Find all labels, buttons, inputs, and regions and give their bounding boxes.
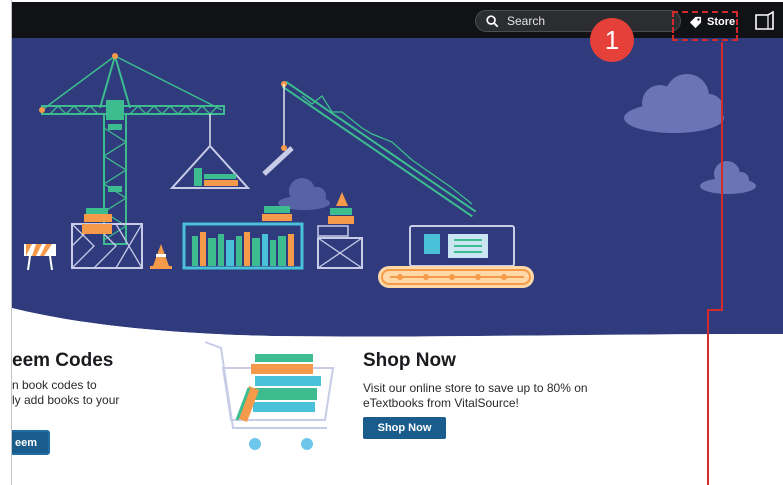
- redeem-codes-title: eem Codes: [12, 350, 114, 371]
- redeem-line-1: n book codes to: [12, 378, 97, 392]
- redeem-line-2: ly add books to your: [12, 393, 120, 407]
- shop-now-title: Shop Now: [363, 350, 456, 371]
- top-navigation-bar: Search Store: [12, 2, 783, 38]
- left-panel-edge: [0, 0, 12, 485]
- reader-icon[interactable]: [754, 11, 776, 31]
- search-label: Search: [507, 14, 546, 28]
- shopping-cart-illustration: [204, 341, 335, 450]
- hero-illustration: [12, 38, 783, 338]
- redeem-button[interactable]: eem: [10, 430, 50, 455]
- redeem-codes-description: n book codes to ly add books to your: [12, 378, 162, 408]
- shop-now-description: Visit our online store to save up to 80%…: [363, 381, 588, 410]
- shop-now-button[interactable]: Shop Now: [363, 417, 446, 439]
- store-highlight-box: [672, 11, 738, 41]
- search-box[interactable]: Search: [475, 10, 681, 32]
- page: Search Store eem Codes n book codes to l…: [0, 0, 783, 485]
- search-icon: [486, 14, 499, 27]
- step-number-badge: 1: [590, 18, 634, 62]
